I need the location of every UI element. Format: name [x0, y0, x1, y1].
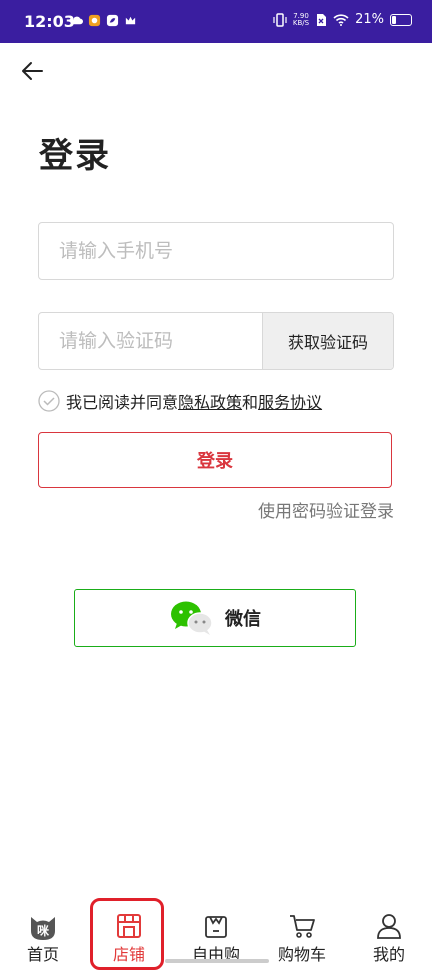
verification-code-group: 获取验证码	[38, 312, 394, 370]
status-time: 12:03	[24, 12, 75, 31]
password-login-link[interactable]: 使用密码验证登录	[258, 497, 394, 522]
page-title: 登录	[39, 136, 111, 176]
back-arrow-icon[interactable]	[18, 56, 48, 86]
cat-face-icon: 咪	[31, 917, 55, 940]
leaf-icon	[106, 14, 119, 27]
agree-checkbox-icon[interactable]	[38, 390, 60, 412]
bottom-nav: 咪 首页 店铺 自由购 购物车 我的	[0, 905, 432, 964]
app-notify-icon	[88, 14, 101, 27]
agreement-row: 我已阅读并同意 隐私政策 和 服务协议	[38, 389, 322, 413]
nav-label-home: 首页	[26, 945, 59, 964]
phone-field[interactable]	[38, 222, 394, 280]
sim-off-icon	[317, 13, 327, 26]
phone-input[interactable]	[39, 223, 393, 279]
login-button[interactable]: 登录	[38, 432, 392, 488]
battery-fill	[392, 15, 397, 24]
store-icon	[117, 914, 141, 938]
net-speed-unit: KB/S	[292, 18, 310, 27]
wifi-icon	[333, 14, 349, 26]
nav-item-store[interactable]: 店铺	[89, 905, 169, 964]
vibrate-icon	[273, 12, 287, 27]
nav-item-freebuy[interactable]: 自由购	[176, 905, 256, 964]
status-right: 7.90 KB/S 21%	[273, 12, 412, 27]
battery-text: 21%	[355, 12, 384, 27]
home-indicator	[165, 959, 269, 963]
bag-icon	[205, 916, 227, 938]
status-bar: 12:03 7.90 KB/S 21%	[0, 0, 432, 43]
notification-icons	[70, 14, 137, 27]
nav-label-mine: 我的	[372, 945, 405, 964]
service-agreement-link[interactable]: 服务协议	[258, 389, 322, 413]
wechat-login-button[interactable]: 微信	[74, 589, 356, 647]
privacy-policy-link[interactable]: 隐私政策	[178, 389, 242, 413]
nav-label-cart: 购物车	[277, 945, 326, 964]
net-speed: 7.90 KB/S	[292, 12, 310, 27]
wechat-label: 微信	[225, 609, 261, 630]
get-code-button[interactable]: 获取验证码	[262, 313, 393, 369]
cart-icon	[290, 915, 315, 938]
cloud-icon	[70, 16, 83, 25]
wechat-icon	[171, 601, 213, 635]
agree-prefix: 我已阅读并同意	[66, 393, 179, 412]
code-field[interactable]	[39, 313, 263, 369]
agree-and: 和	[242, 393, 259, 412]
battery-icon	[390, 13, 412, 26]
user-icon	[377, 914, 401, 939]
nav-item-cart[interactable]: 购物车	[262, 905, 342, 964]
nav-label-store: 店铺	[112, 945, 145, 964]
crown-icon	[125, 16, 136, 25]
nav-item-mine[interactable]: 我的	[349, 905, 429, 964]
svg-text:咪: 咪	[37, 923, 50, 938]
nav-item-home[interactable]: 咪 首页	[3, 905, 83, 964]
code-input[interactable]	[39, 313, 263, 369]
